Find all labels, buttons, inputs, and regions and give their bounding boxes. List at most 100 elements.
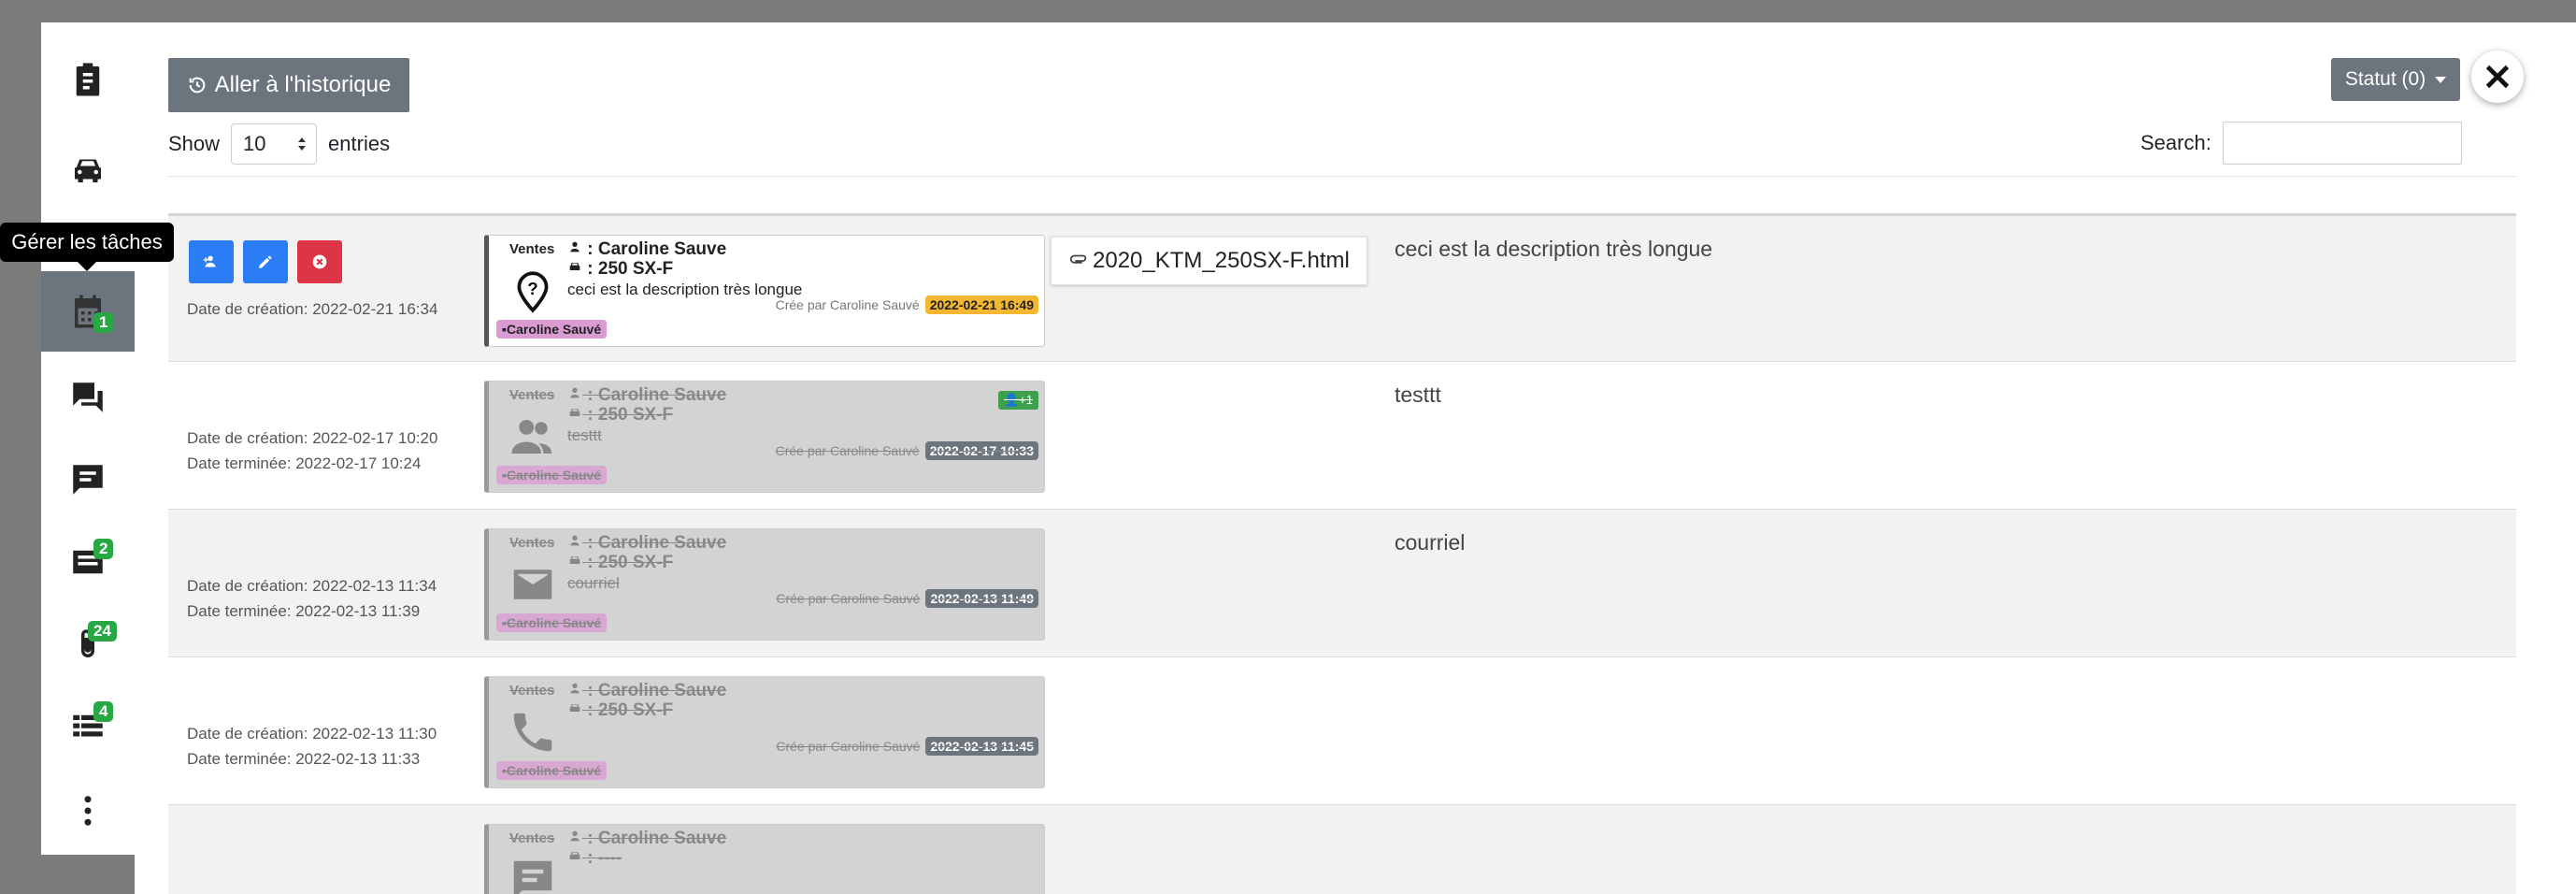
task-card[interactable]: Ventes : Caroline Sauve : 250 SX-F Crée … [484,676,1045,788]
task-date-badge: 2022-02-21 16:49 [924,296,1038,314]
message-icon [513,860,552,894]
task-date-badge: 2022-02-13 11:49 [925,589,1038,608]
task-vehicle: : ---- [567,848,622,869]
participants-badge: 👤+1 [997,391,1038,410]
more-vertical-icon [84,796,92,826]
search-control: Search: [2140,122,2462,165]
entries-value: 10 [243,132,266,155]
task-description: courriel [1395,530,1466,555]
car-small-icon [569,852,580,859]
history-button[interactable]: Aller à l'historique [168,58,409,112]
entries-control: Show 10 entries [168,123,390,165]
task-dates: Date de création: 2022-02-21 16:34 [187,296,437,322]
envelope-icon [513,570,552,599]
paperclip-small-icon [1069,254,1087,264]
caret-down-icon [2435,76,2447,83]
assign-user-button[interactable] [189,240,234,283]
task-dates: Date de création: 2022-02-13 11:30 Date … [187,721,436,771]
task-client: : Caroline Sauve [567,681,726,701]
person-icon [570,535,580,546]
task-department: Ventes [509,830,555,846]
rail-item-tasks[interactable]: 1 [41,271,135,352]
task-created-by: Crée par Caroline Sauvé 2022-02-13 11:45 [776,737,1038,756]
car-small-icon [569,556,580,564]
sort-arrows-icon [298,137,307,151]
car-small-icon [569,263,580,270]
attachment-link[interactable]: 2020_KTM_250SX-F.html [1051,237,1367,285]
task-card[interactable]: Ventes : Caroline Sauve : 250 SX-F testt… [484,381,1045,493]
close-button[interactable] [2471,50,2524,103]
rail-item-messages[interactable] [41,440,135,520]
rail-item-attachments[interactable]: 24 [41,604,135,685]
person-icon [570,683,580,694]
task-text: ceci est la description très longue [567,281,803,298]
rail-item-clipboard[interactable] [41,39,135,120]
task-client: : Caroline Sauve [567,533,726,554]
table-row: Ventes : Caroline Sauve : ---- [168,804,2516,894]
rail-item-list[interactable]: 4 [41,686,135,767]
task-department: Ventes [509,683,555,699]
rail-item-more[interactable] [41,771,135,851]
rail-item-notes[interactable]: 2 [41,522,135,602]
task-description: testtt [1395,382,1441,407]
task-text: testtt [567,426,602,444]
task-type-icon [508,555,558,613]
history-icon [189,77,205,94]
rail-item-chat[interactable] [41,357,135,438]
task-department: Ventes [509,535,555,551]
task-created-by: Crée par Caroline Sauvé 2022-02-17 10:33 [776,441,1038,460]
finished-date: Date terminée: 2022-02-13 11:39 [187,602,421,620]
task-text: courriel [567,574,620,592]
attachments-count-badge: 24 [88,621,117,642]
cancel-circle-icon [312,254,327,269]
status-dropdown[interactable]: Statut (0) [2331,58,2460,101]
creation-date: Date de création: 2022-02-13 11:30 [187,725,437,743]
phone-icon [513,713,552,752]
message-list-icon [73,465,103,495]
table-row: Date de création: 2022-02-21 16:34 Vente… [168,213,2516,361]
task-vehicle: : 250 SX-F [567,553,673,573]
status-dropdown-label: Statut (0) [2344,68,2426,90]
side-rail: 1 2 24 4 [41,22,135,855]
task-department: Ventes [509,241,555,257]
edit-task-button[interactable] [243,240,288,283]
search-input[interactable] [2222,122,2462,165]
task-card[interactable]: Ventes : Caroline Sauve : ---- [484,824,1045,894]
task-type-icon: ? [508,262,558,320]
creation-date: Date de création: 2022-02-13 11:34 [187,577,437,595]
task-owner-badge: ▪Caroline Sauvé [496,466,608,484]
finished-date: Date terminée: 2022-02-13 11:33 [187,750,421,768]
location-question-icon: ? [517,271,549,313]
tasks-panel: Aller à l'historique Statut (0) Show 10 … [135,22,2576,894]
person-icon [570,830,580,842]
person-icon [570,241,580,252]
task-vehicle: : 250 SX-F [567,700,673,721]
creation-date: Date de création: 2022-02-21 16:34 [187,300,438,318]
finished-date: Date terminée: 2022-02-17 10:24 [187,454,422,472]
clipboard-icon [76,63,100,96]
task-owner-badge: ▪Caroline Sauvé [496,761,608,780]
task-vehicle: : 250 SX-F [567,259,673,280]
entries-select[interactable]: 10 [231,123,318,165]
pencil-icon [259,255,272,268]
table-row: Date de création: 2022-02-17 10:20 Date … [168,361,2516,509]
task-card[interactable]: Ventes ? : Caroline Sauve : 250 SX-F cec… [484,235,1045,347]
task-vehicle: : 250 SX-F [567,405,673,425]
task-type-icon [508,703,558,761]
list-count-badge: 4 [93,701,114,722]
task-owner-badge: ▪Caroline Sauvé [496,613,608,632]
task-created-by: Crée par Caroline Sauvé 2022-02-21 16:49 [776,296,1038,314]
table-row: Date de création: 2022-02-13 11:30 Date … [168,656,2516,804]
divider [168,176,2516,177]
task-type-icon [508,408,558,466]
task-date-badge: 2022-02-13 11:45 [925,737,1038,756]
task-date-badge: 2022-02-17 10:33 [924,441,1038,460]
rail-item-vehicles[interactable] [41,129,135,209]
delete-task-button[interactable] [297,240,342,283]
task-client: : Caroline Sauve [567,829,726,849]
task-card[interactable]: Ventes : Caroline Sauve : 250 SX-F courr… [484,528,1045,641]
add-user-icon [203,255,216,267]
car-icon [75,159,101,182]
task-created-by: Crée par Caroline Sauvé 2022-02-13 11:49 [776,589,1038,608]
close-icon [2485,65,2510,89]
